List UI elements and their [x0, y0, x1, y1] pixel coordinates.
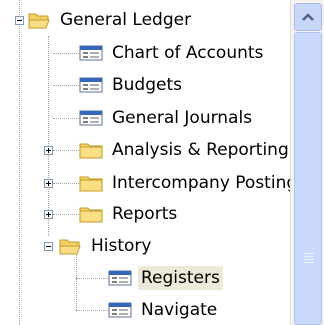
tree-node-label: General Ledger: [60, 10, 192, 30]
form-page-icon: [108, 302, 132, 318]
tree-node-chart-of-accounts[interactable]: Chart of Accounts: [79, 38, 266, 68]
folder-icon: [79, 207, 103, 223]
tree-node-label: Navigate: [141, 300, 218, 320]
form-page-icon: [79, 45, 103, 61]
tree-node-label: General Journals: [112, 108, 253, 128]
tree-node-history[interactable]: History: [58, 231, 154, 261]
tree-node-label: Intercompany Posting: [112, 173, 290, 193]
thumb-grip: [304, 259, 314, 260]
scroll-up-button[interactable]: [294, 3, 322, 31]
tree-line: [76, 310, 108, 311]
form-page-icon: [79, 77, 103, 93]
tree-node-label: Analysis & Reporting: [112, 140, 289, 160]
tree-line: [53, 183, 79, 184]
tree-node-general-ledger[interactable]: General Ledger: [27, 5, 194, 35]
thumb-grip: [304, 256, 314, 257]
tree-line: [53, 118, 79, 119]
tree-line: [53, 150, 79, 151]
tree-node-label: Budgets: [112, 75, 183, 95]
tree-node-navigate[interactable]: Navigate: [108, 295, 220, 325]
thumb-grip: [304, 262, 314, 263]
form-page-icon: [108, 270, 132, 286]
tree-node-general-journals[interactable]: General Journals: [79, 103, 255, 133]
tree-node-label: Reports: [112, 204, 178, 224]
tree-node-label: History: [91, 236, 152, 256]
folder-open-icon: [59, 239, 81, 255]
scroll-thumb[interactable]: [294, 32, 322, 325]
folder-icon: [79, 176, 103, 192]
chevron-up-icon: [302, 13, 314, 21]
tree-line: [53, 85, 79, 86]
tree-line: [53, 214, 79, 215]
expand-toggle[interactable]: [44, 179, 53, 188]
collapse-toggle[interactable]: [44, 242, 53, 251]
tree-node-analysis-reporting[interactable]: Analysis & Reporting: [79, 135, 290, 165]
form-page-icon: [79, 110, 103, 126]
vertical-scrollbar[interactable]: [290, 0, 324, 325]
navigation-tree: General Ledger Chart of Accounts Budgets: [0, 0, 290, 325]
expand-toggle[interactable]: [44, 146, 53, 155]
tree-node-label: Registers: [138, 266, 223, 290]
tree-line: [53, 53, 79, 54]
tree-node-budgets[interactable]: Budgets: [79, 70, 185, 100]
tree-node-reports[interactable]: Reports: [79, 199, 180, 229]
tree-node-registers[interactable]: Registers: [108, 263, 223, 293]
tree-line: [19, 0, 20, 325]
collapse-toggle[interactable]: [15, 16, 24, 25]
tree-node-intercompany-posting[interactable]: Intercompany Posting: [79, 168, 290, 198]
thumb-grip: [304, 253, 314, 254]
expand-toggle[interactable]: [44, 210, 53, 219]
tree-node-label: Chart of Accounts: [112, 43, 264, 63]
tree-line: [48, 36, 49, 236]
folder-open-icon: [28, 13, 50, 29]
folder-icon: [79, 143, 103, 159]
tree-line: [76, 278, 108, 279]
